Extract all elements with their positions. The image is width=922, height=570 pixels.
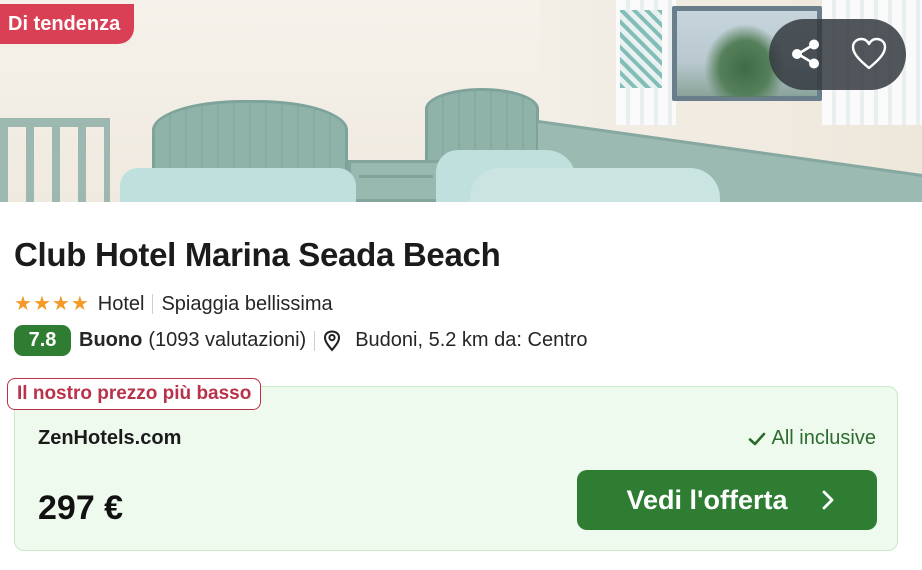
star-rating: ★ ★ ★ ★	[14, 294, 89, 314]
photo-railing	[0, 118, 110, 202]
offer-provider: ZenHotels.com	[38, 427, 182, 449]
divider	[152, 294, 154, 314]
photo-actions	[769, 19, 906, 90]
review-count[interactable]: (1093 valutazioni)	[148, 329, 306, 352]
share-button[interactable]	[783, 32, 827, 76]
hotel-type: Hotel	[97, 292, 145, 315]
hotel-meta: ★ ★ ★ ★ Hotel Spiaggia bellissima	[14, 292, 333, 316]
photo-curtain-pattern	[620, 10, 662, 88]
hotel-highlight: Spiaggia bellissima	[161, 292, 333, 315]
hotel-card[interactable]: Di tendenza Club Hotel Marina Seada Beac…	[0, 0, 922, 570]
view-offer-label: Vedi l'offerta	[626, 484, 788, 515]
star-icon: ★	[70, 293, 89, 315]
chevron-right-icon	[823, 490, 834, 510]
lowest-price-tag: Il nostro prezzo più basso	[7, 378, 262, 410]
amenity-label: All inclusive	[771, 427, 876, 449]
offer-price: 297 €	[38, 489, 124, 527]
share-icon	[792, 39, 819, 69]
check-icon	[748, 432, 765, 445]
photo-blanket	[120, 168, 356, 202]
heart-icon	[851, 37, 887, 70]
photo-nightstand	[348, 160, 444, 202]
favorite-button[interactable]	[847, 32, 891, 76]
score-badge: 7.8	[14, 325, 71, 356]
divider	[314, 330, 316, 351]
trending-badge: Di tendenza	[0, 4, 135, 44]
map-pin-icon	[323, 329, 341, 352]
rating-row: 7.8 Buono (1093 valutazioni) Budoni, 5.2…	[14, 325, 588, 356]
score-verdict: Buono	[79, 329, 143, 351]
hotel-photo[interactable]: Di tendenza	[0, 0, 922, 202]
view-offer-button[interactable]: Vedi l'offerta	[577, 470, 877, 530]
offer-box[interactable]: ZenHotels.com All inclusive 297 € Vedi l…	[14, 386, 898, 551]
hotel-name[interactable]: Club Hotel Marina Seada Beach	[14, 236, 501, 274]
star-icon: ★	[32, 293, 51, 315]
star-icon: ★	[51, 293, 70, 315]
photo-blanket	[470, 168, 720, 202]
star-icon: ★	[14, 293, 32, 315]
hotel-location[interactable]: Budoni, 5.2 km da: Centro	[355, 329, 587, 352]
amenity-badge: All inclusive	[748, 427, 876, 450]
